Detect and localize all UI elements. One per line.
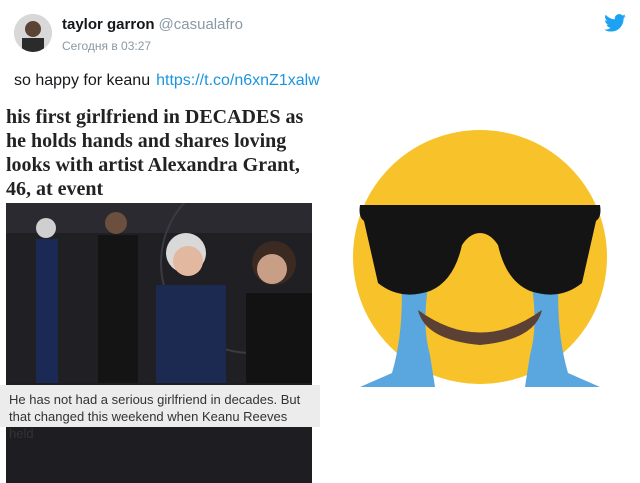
tweet-text: so happy for keanu https://t.co/n6xnZ1xal… bbox=[14, 72, 320, 90]
twitter-bird-icon[interactable] bbox=[604, 14, 626, 32]
article-headline: his first girlfriend in DECADES as he ho… bbox=[6, 106, 304, 200]
display-name-text[interactable]: taylor garron bbox=[62, 16, 155, 33]
article-caption-box: He has not had a serious girlfriend in d… bbox=[0, 385, 320, 441]
media-right-emoji[interactable] bbox=[320, 105, 640, 427]
user-display-name[interactable]: taylor garron @casualafro bbox=[62, 16, 243, 33]
tweet-header: taylor garron @casualafro Сегодня в 03:27… bbox=[0, 0, 640, 105]
tweet-text-body: so happy for keanu bbox=[14, 72, 151, 89]
media-left-article[interactable]: his first girlfriend in DECADES as he ho… bbox=[0, 105, 320, 483]
user-handle[interactable]: @casualafro bbox=[159, 16, 243, 33]
tweet-link[interactable]: https://t.co/n6xnZ1xalw bbox=[156, 72, 320, 89]
article-caption: He has not had a serious girlfriend in d… bbox=[9, 392, 301, 441]
tweet-timestamp[interactable]: Сегодня в 03:27 bbox=[62, 39, 151, 53]
cool-crying-emoji-icon bbox=[353, 130, 607, 387]
avatar[interactable] bbox=[14, 14, 52, 52]
